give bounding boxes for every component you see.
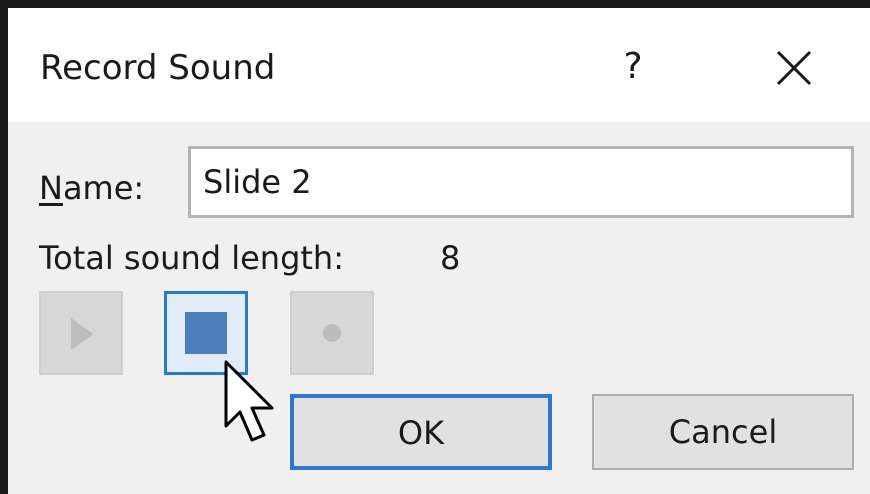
record-sound-dialog: Record Sound ? Name: Total sound length:… — [8, 8, 870, 494]
name-label-text: ame: — [62, 169, 145, 207]
name-label: Name: — [39, 168, 144, 208]
stop-button[interactable] — [164, 291, 248, 375]
close-button[interactable] — [774, 48, 814, 88]
total-sound-length-value: 8 — [440, 239, 461, 277]
total-sound-length-label: Total sound length: — [39, 239, 344, 277]
dialog-title: Record Sound — [40, 48, 276, 88]
stop-icon — [185, 312, 227, 354]
name-input[interactable] — [188, 146, 854, 218]
close-icon — [776, 50, 812, 86]
play-icon — [71, 318, 93, 350]
ok-button[interactable]: OK — [290, 394, 552, 470]
play-button[interactable] — [39, 291, 123, 375]
record-button[interactable] — [290, 291, 374, 375]
cancel-button[interactable]: Cancel — [592, 394, 854, 470]
name-label-mnemonic: N — [39, 169, 63, 207]
title-bar: Record Sound ? — [8, 8, 870, 122]
help-button[interactable]: ? — [608, 42, 658, 92]
record-icon — [323, 324, 341, 342]
